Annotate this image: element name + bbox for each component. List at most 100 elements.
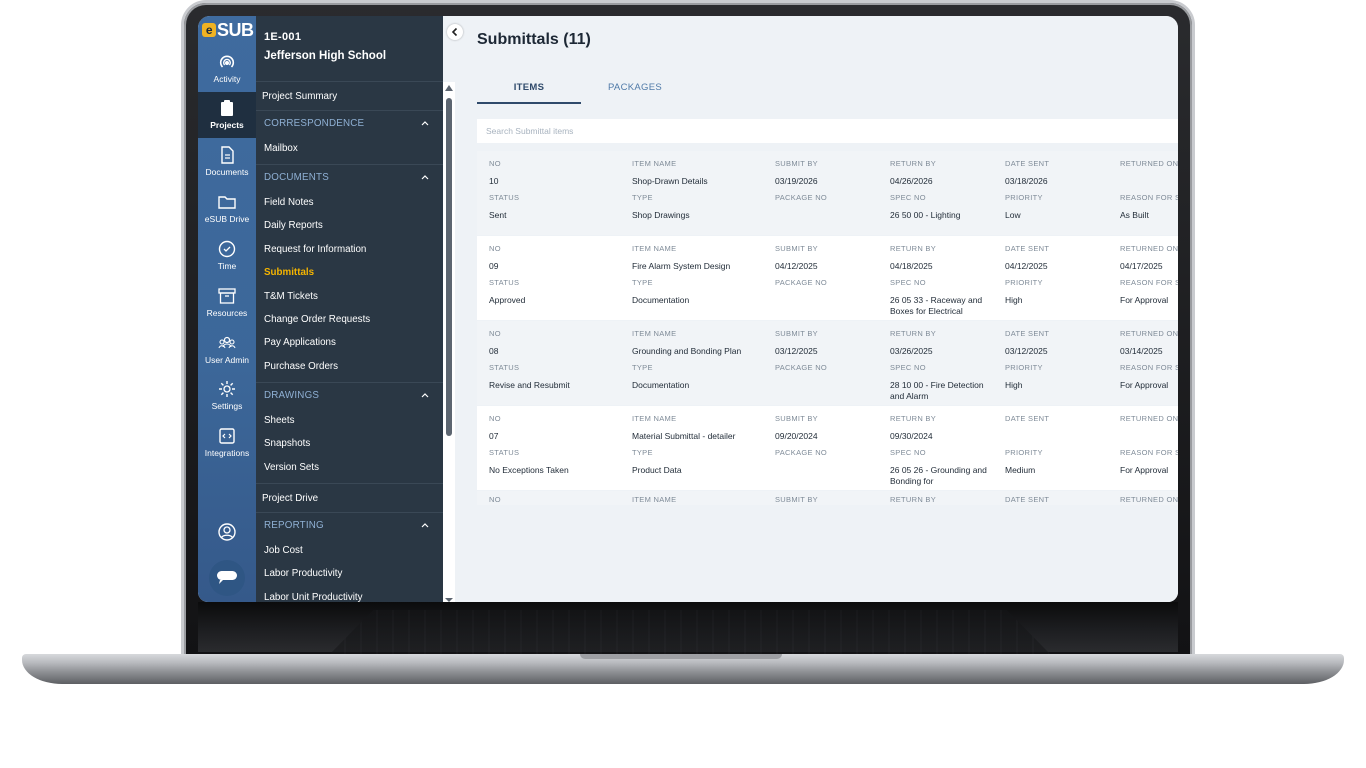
cell-reason: As Built xyxy=(1120,210,1149,220)
cell-returned-on: 03/14/2025 xyxy=(1120,346,1163,356)
divider xyxy=(256,382,443,383)
archive-icon xyxy=(218,288,236,304)
label-package-no: PACKAGE NO xyxy=(775,193,828,202)
section-drawings[interactable]: DRAWINGS xyxy=(264,390,319,401)
rail-label: Settings xyxy=(211,401,243,411)
section-reporting[interactable]: REPORTING xyxy=(264,520,324,531)
cell-reason: For Approval xyxy=(1120,380,1169,390)
label-spec-no: SPEC NO xyxy=(890,363,926,372)
rail-item-user-admin[interactable]: User Admin xyxy=(198,327,256,373)
active-tab-indicator xyxy=(477,102,581,104)
submittal-row[interactable]: NO ITEM NAME SUBMIT BY RETURN BY DATE SE… xyxy=(477,321,1178,405)
label-package-no: PACKAGE NO xyxy=(775,363,828,372)
logo-text: SUB xyxy=(217,19,254,40)
label-return-by: RETURN BY xyxy=(890,159,937,168)
cell-status: Revise and Resubmit xyxy=(489,380,570,390)
label-reason: REASON FOR S xyxy=(1120,363,1178,372)
submittal-row[interactable]: NO ITEM NAME SUBMIT BY RETURN BY DATE SE… xyxy=(477,236,1178,320)
label-date-sent: DATE SENT xyxy=(1005,495,1050,504)
label-status: STATUS xyxy=(489,363,520,372)
chevron-up-icon[interactable] xyxy=(421,173,429,181)
label-returned-on: RETURNED ON xyxy=(1120,159,1178,168)
app-screen: e SUB Activity Projects Documents eSUB D… xyxy=(198,16,1178,602)
nav-change-order-requests[interactable]: Change Order Requests xyxy=(264,314,370,325)
label-spec-no: SPEC NO xyxy=(890,278,926,287)
submittal-row[interactable]: NO ITEM NAME SUBMIT BY RETURN BY DATE SE… xyxy=(477,151,1178,235)
rail-label: Resources xyxy=(206,308,248,318)
rail-label: User Admin xyxy=(205,355,249,365)
collapse-nav-button[interactable] xyxy=(447,24,463,40)
cell-returned-on: 04/17/2025 xyxy=(1120,261,1163,271)
nav-job-cost[interactable]: Job Cost xyxy=(264,545,303,556)
label-submit-by: SUBMIT BY xyxy=(775,244,818,253)
nav-pay-applications[interactable]: Pay Applications xyxy=(264,337,336,348)
rail-item-documents[interactable]: Documents xyxy=(198,139,256,185)
submittal-row[interactable]: NO ITEM NAME SUBMIT BY RETURN BY DATE SE… xyxy=(477,406,1178,490)
nav-labor-productivity[interactable]: Labor Productivity xyxy=(264,568,342,579)
rail-item-esub-drive[interactable]: eSUB Drive xyxy=(198,186,256,232)
label-date-sent: DATE SENT xyxy=(1005,414,1050,423)
cell-no: 07 xyxy=(489,431,499,441)
user-profile-icon[interactable] xyxy=(217,522,237,542)
label-returned-on: RETURNED ON xyxy=(1120,244,1178,253)
nav-scrollbar-thumb[interactable] xyxy=(446,98,452,436)
rail-item-time[interactable]: Time xyxy=(198,233,256,279)
nav-daily-reports[interactable]: Daily Reports xyxy=(264,220,323,231)
cell-item-name: Fire Alarm System Design xyxy=(632,261,731,271)
label-package-no: PACKAGE NO xyxy=(775,448,828,457)
nav-version-sets[interactable]: Version Sets xyxy=(264,462,319,473)
cell-item-name: Shop-Drawn Details xyxy=(632,176,708,186)
rail-item-settings[interactable]: Settings xyxy=(198,373,256,419)
nav-project-drive[interactable]: Project Drive xyxy=(262,493,318,504)
scroll-down-arrow-icon[interactable] xyxy=(445,598,453,602)
chevron-up-icon[interactable] xyxy=(421,521,429,529)
document-icon xyxy=(221,146,234,164)
cell-submit-by: 03/19/2026 xyxy=(775,176,818,186)
nav-purchase-orders[interactable]: Purchase Orders xyxy=(264,361,338,372)
cell-date-sent: 03/18/2026 xyxy=(1005,176,1048,186)
section-documents[interactable]: DOCUMENTS xyxy=(264,172,329,183)
laptop-keyboard xyxy=(330,610,1050,654)
cell-priority: High xyxy=(1005,295,1023,305)
label-return-by: RETURN BY xyxy=(890,495,937,504)
label-item-name: ITEM NAME xyxy=(632,495,677,504)
tab-packages[interactable]: PACKAGES xyxy=(608,82,662,93)
rail-item-activity[interactable]: Activity xyxy=(198,46,256,92)
nav-snapshots[interactable]: Snapshots xyxy=(264,438,310,449)
search-input[interactable] xyxy=(477,119,1178,143)
label-priority: PRIORITY xyxy=(1005,363,1043,372)
nav-labor-unit-productivity[interactable]: Labor Unit Productivity xyxy=(264,592,363,602)
cell-return-by: 04/18/2025 xyxy=(890,261,933,271)
nav-sheets[interactable]: Sheets xyxy=(264,415,295,426)
label-item-name: ITEM NAME xyxy=(632,244,677,253)
icon-rail: e SUB Activity Projects Documents eSUB D… xyxy=(198,16,256,602)
rail-label: Documents xyxy=(205,167,249,177)
rail-item-projects[interactable]: Projects xyxy=(198,92,256,138)
esub-logo: e SUB xyxy=(202,20,254,40)
chevron-up-icon[interactable] xyxy=(421,391,429,399)
submittal-row[interactable]: NO ITEM NAME SUBMIT BY RETURN BY DATE SE… xyxy=(477,491,1178,505)
label-package-no: PACKAGE NO xyxy=(775,278,828,287)
nav-project-summary[interactable]: Project Summary xyxy=(262,91,337,102)
label-no: NO xyxy=(489,414,501,423)
nav-submittals[interactable]: Submittals xyxy=(264,267,314,278)
nav-field-notes[interactable]: Field Notes xyxy=(264,197,314,208)
chat-button[interactable] xyxy=(209,560,245,596)
label-no: NO xyxy=(489,159,501,168)
chat-icon xyxy=(217,571,237,584)
section-correspondence[interactable]: CORRESPONDENCE xyxy=(264,118,364,129)
nav-tm-tickets[interactable]: T&M Tickets xyxy=(264,291,318,302)
laptop-notch xyxy=(580,654,782,659)
nav-rfi[interactable]: Request for Information xyxy=(264,244,366,255)
label-item-name: ITEM NAME xyxy=(632,414,677,423)
users-icon xyxy=(218,336,236,349)
tab-items[interactable]: ITEMS xyxy=(477,82,581,93)
chevron-up-icon[interactable] xyxy=(421,119,429,127)
label-status: STATUS xyxy=(489,448,520,457)
cell-priority: Low xyxy=(1005,210,1021,220)
rail-item-resources[interactable]: Resources xyxy=(198,280,256,326)
nav-mailbox[interactable]: Mailbox xyxy=(264,143,298,154)
scroll-up-arrow-icon[interactable] xyxy=(445,85,453,91)
label-reason: REASON FOR S xyxy=(1120,278,1178,287)
rail-item-integrations[interactable]: Integrations xyxy=(198,420,256,466)
